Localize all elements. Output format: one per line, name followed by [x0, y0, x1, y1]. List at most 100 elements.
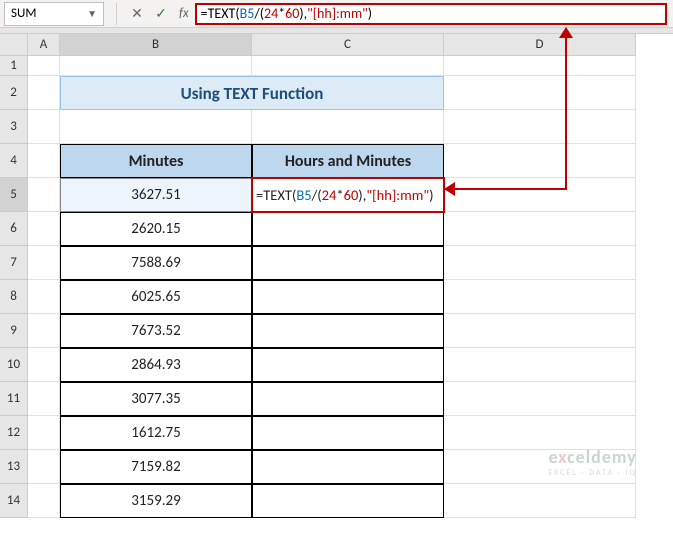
cell[interactable] [252, 56, 444, 76]
cell-c7[interactable] [252, 246, 444, 280]
row-header[interactable]: 10 [0, 348, 28, 382]
cell-c11[interactable] [252, 382, 444, 416]
row-header[interactable]: 8 [0, 280, 28, 314]
formula-token: "[hh]:mm" [366, 186, 429, 204]
formula-token: 60 [344, 186, 359, 204]
formula-token: 24 [322, 186, 337, 204]
name-box-dropdown-icon[interactable]: ▼ [87, 7, 97, 20]
cancel-edit-icon[interactable]: ✕ [125, 2, 149, 26]
name-box[interactable]: SUM ▼ [4, 2, 104, 26]
cell-c6[interactable] [252, 212, 444, 246]
cell[interactable] [28, 314, 60, 348]
arrow-left-icon [444, 182, 455, 196]
formula-token: B5 [240, 5, 255, 22]
cell[interactable] [28, 484, 60, 518]
cell[interactable] [28, 246, 60, 280]
row-header[interactable]: 5 [0, 178, 28, 212]
formula-token: "[hh]:mm" [307, 5, 368, 22]
table-header-hours-minutes[interactable]: Hours and Minutes [252, 144, 444, 178]
col-header-d[interactable]: D [444, 34, 636, 56]
separator [116, 3, 117, 25]
cell-c14[interactable] [252, 484, 444, 518]
row-header[interactable]: 2 [0, 76, 28, 110]
formula-token: TEXT [208, 5, 236, 22]
cell[interactable] [252, 110, 444, 144]
cell-b5[interactable]: 3627.51 [60, 178, 252, 212]
cell-b13[interactable]: 7159.82 [60, 450, 252, 484]
cell[interactable] [444, 416, 636, 450]
cell[interactable] [444, 382, 636, 416]
cell[interactable] [444, 450, 636, 484]
confirm-edit-icon[interactable]: ✓ [149, 2, 173, 26]
col-header-b[interactable]: B [60, 34, 252, 56]
cell-b11[interactable]: 3077.35 [60, 382, 252, 416]
formula-token: B5 [296, 186, 311, 204]
cell-c12[interactable] [252, 416, 444, 450]
formula-input[interactable]: =TEXT(B5/(24*60),"[hh]:mm") [195, 3, 667, 25]
cell-c9[interactable] [252, 314, 444, 348]
cell[interactable] [444, 178, 636, 212]
cell-c5-editing[interactable]: =TEXT(B5/(24*60),"[hh]:mm") [252, 178, 444, 212]
cell[interactable] [444, 56, 636, 76]
row-header[interactable]: 4 [0, 144, 28, 178]
col-header-c[interactable]: C [252, 34, 444, 56]
cell-b12[interactable]: 1612.75 [60, 416, 252, 450]
cell[interactable] [444, 76, 636, 110]
cell-b8[interactable]: 6025.65 [60, 280, 252, 314]
cell[interactable] [28, 450, 60, 484]
cell[interactable] [28, 178, 60, 212]
formula-token: TEXT [263, 186, 292, 204]
cell[interactable] [28, 110, 60, 144]
select-all-corner[interactable] [0, 34, 28, 56]
row-header[interactable]: 1 [0, 56, 28, 76]
row-header[interactable]: 13 [0, 450, 28, 484]
cell-c13[interactable] [252, 450, 444, 484]
row-header[interactable]: 6 [0, 212, 28, 246]
row-header[interactable]: 7 [0, 246, 28, 280]
formula-token: ) [368, 5, 372, 22]
cell[interactable] [28, 348, 60, 382]
cell-c10[interactable] [252, 348, 444, 382]
row-header[interactable]: 3 [0, 110, 28, 144]
fx-icon[interactable]: fx [179, 6, 189, 21]
row-header[interactable]: 14 [0, 484, 28, 518]
cell[interactable] [444, 246, 636, 280]
arrow-up-icon [559, 27, 573, 38]
cell[interactable] [444, 110, 636, 144]
table-header-minutes[interactable]: Minutes [60, 144, 252, 178]
formula-token: 24 [264, 5, 278, 22]
cell[interactable] [444, 212, 636, 246]
cell-b10[interactable]: 2864.93 [60, 348, 252, 382]
cell[interactable] [28, 212, 60, 246]
cell[interactable] [444, 348, 636, 382]
cell[interactable] [60, 110, 252, 144]
cell[interactable] [28, 76, 60, 110]
cell[interactable] [28, 416, 60, 450]
callout-connector [565, 28, 567, 190]
formula-bar: SUM ▼ ✕ ✓ fx =TEXT(B5/(24*60),"[hh]:mm") [0, 0, 673, 28]
col-header-a[interactable]: A [28, 34, 60, 56]
title-cell[interactable]: Using TEXT Function [60, 76, 444, 110]
formula-token: 60 [285, 5, 299, 22]
row-header[interactable]: 9 [0, 314, 28, 348]
callout-connector [452, 188, 567, 190]
formula-token: ) [429, 186, 433, 204]
formula-token: = [201, 5, 208, 22]
cell-b14[interactable]: 3159.29 [60, 484, 252, 518]
cell-b6[interactable]: 2620.15 [60, 212, 252, 246]
cell[interactable] [444, 314, 636, 348]
row-header[interactable]: 11 [0, 382, 28, 416]
cell-b9[interactable]: 7673.52 [60, 314, 252, 348]
cell[interactable] [28, 382, 60, 416]
cell[interactable] [444, 144, 636, 178]
formula-token: * [278, 5, 285, 22]
cell[interactable] [28, 56, 60, 76]
cell[interactable] [60, 56, 252, 76]
cell-c8[interactable] [252, 280, 444, 314]
cell[interactable] [444, 484, 636, 518]
cell[interactable] [28, 144, 60, 178]
row-header[interactable]: 12 [0, 416, 28, 450]
cell-b7[interactable]: 7588.69 [60, 246, 252, 280]
cell[interactable] [28, 280, 60, 314]
cell[interactable] [444, 280, 636, 314]
